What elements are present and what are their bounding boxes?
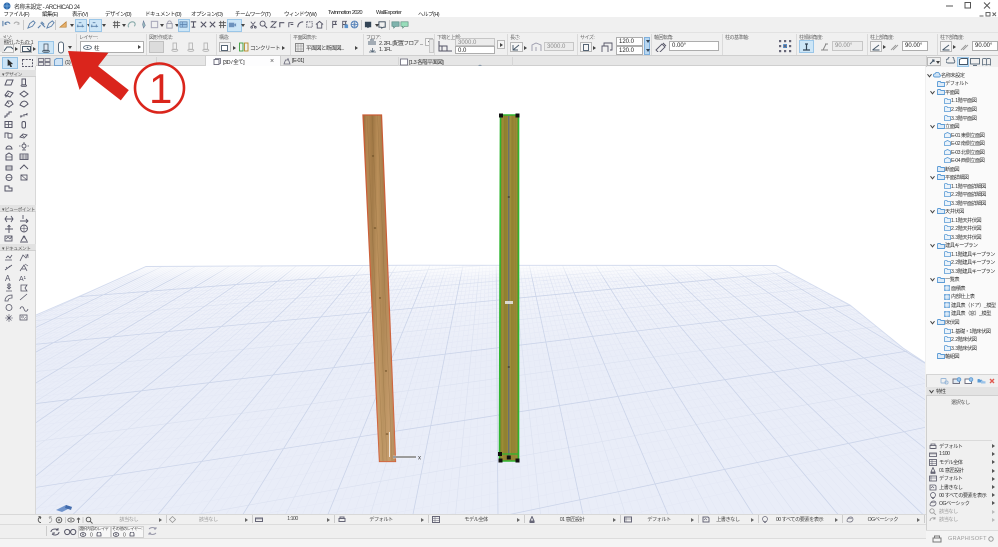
svg-text:1: 1 [149, 65, 172, 112]
